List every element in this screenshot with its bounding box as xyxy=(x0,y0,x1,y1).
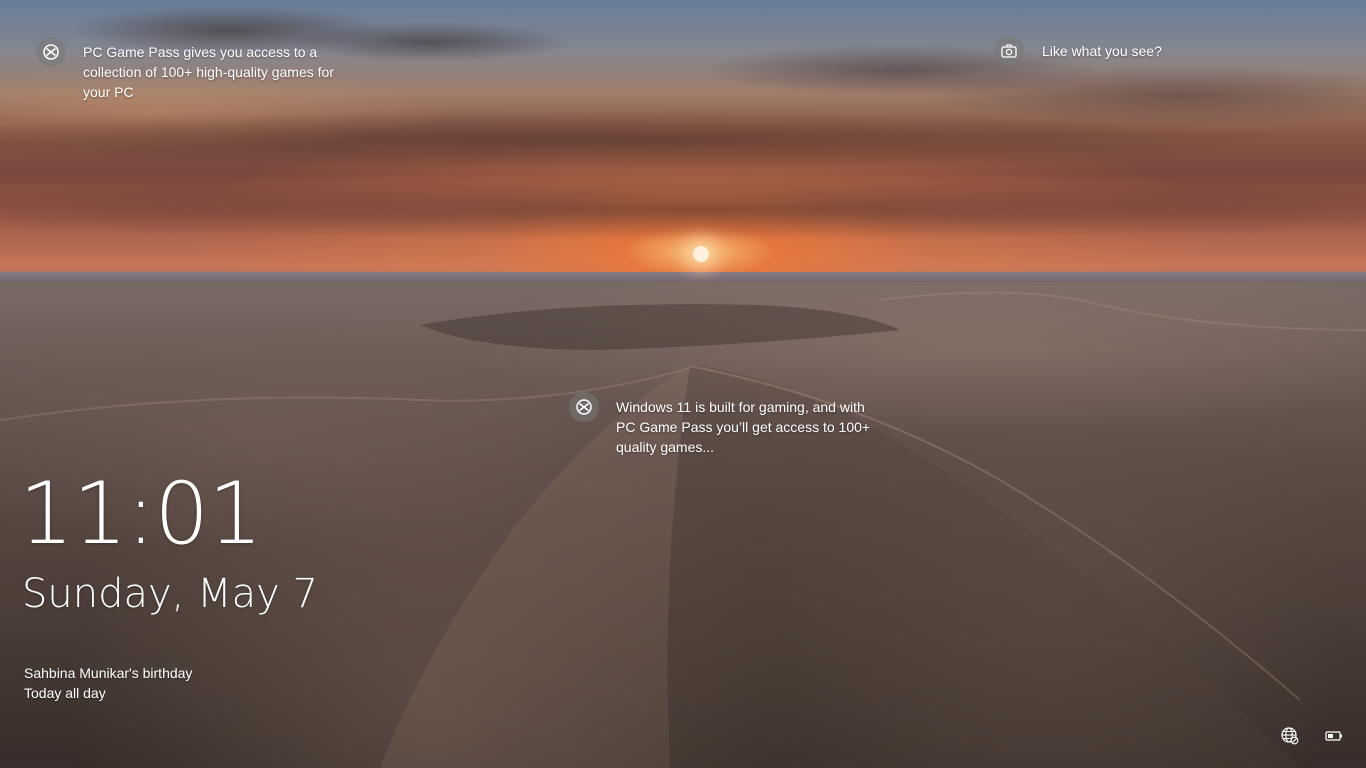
lock-screen-time: 11:01 xyxy=(19,464,263,564)
lock-screen[interactable]: PC Game Pass gives you access to a colle… xyxy=(0,0,1366,768)
background-scrim xyxy=(0,0,1366,768)
spotlight-hotspot-text: Windows 11 is built for gaming, and with… xyxy=(616,399,871,455)
spotlight-hotspot-text: PC Game Pass gives you access to a colle… xyxy=(83,44,334,100)
calendar-event: Sahbina Munikar's birthday Today all day xyxy=(24,663,192,703)
camera-icon xyxy=(994,36,1024,66)
like-what-you-see-label: Like what you see? xyxy=(1042,43,1162,59)
battery-icon[interactable] xyxy=(1323,725,1345,747)
spotlight-hotspot-windows-gaming[interactable]: Windows 11 is built for gaming, and with… xyxy=(569,392,870,457)
event-when: Today all day xyxy=(24,685,106,701)
globe-network-icon[interactable] xyxy=(1279,725,1301,747)
xbox-icon xyxy=(569,392,599,422)
event-title: Sahbina Munikar's birthday xyxy=(24,665,193,681)
lock-screen-date: Sunday, May 7 xyxy=(22,571,318,617)
xbox-icon xyxy=(36,37,66,67)
spotlight-hotspot-game-pass[interactable]: PC Game Pass gives you access to a colle… xyxy=(36,37,334,102)
like-what-you-see-button[interactable]: Like what you see? xyxy=(994,36,1162,66)
